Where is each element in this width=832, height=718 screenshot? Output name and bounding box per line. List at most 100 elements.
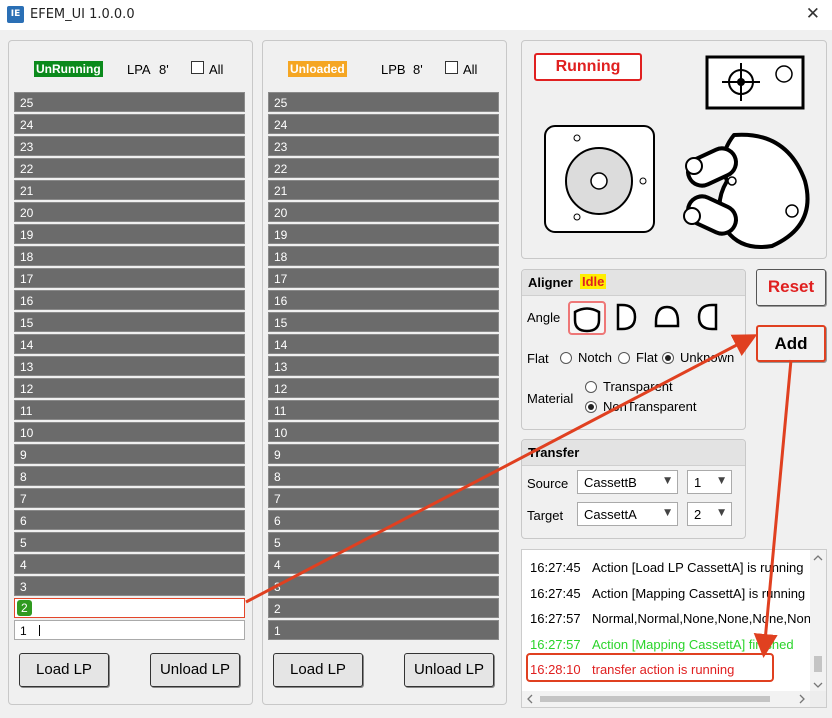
wafer-slot[interactable]: 7: [14, 488, 245, 508]
wafer-slot[interactable]: 24: [268, 114, 499, 134]
slot-number: 24: [274, 118, 288, 132]
source-cassette-select[interactable]: CassettB ▼: [577, 470, 678, 494]
chevron-right-icon: [799, 694, 805, 704]
wafer-slot[interactable]: 25: [268, 92, 499, 112]
material-transparent-radio[interactable]: [585, 381, 597, 393]
wafer-slot[interactable]: 5: [14, 532, 245, 552]
wafer-slot[interactable]: 24: [14, 114, 245, 134]
target-slot-select[interactable]: 2 ▼: [687, 502, 732, 526]
wafer-slot[interactable]: 18: [14, 246, 245, 266]
wafer-slot[interactable]: 12: [14, 378, 245, 398]
wafer-slot[interactable]: 2: [14, 598, 245, 618]
wafer-slot[interactable]: 10: [268, 422, 499, 442]
wafer-slot[interactable]: 19: [14, 224, 245, 244]
wafer-slot[interactable]: 19: [268, 224, 499, 244]
wafer-slot[interactable]: 18: [268, 246, 499, 266]
chevron-left-icon: [527, 694, 533, 704]
wafer-slot[interactable]: 8: [268, 466, 499, 486]
log-horizontal-scrollbar[interactable]: [522, 691, 812, 707]
lpb-unload-button[interactable]: Unload LP: [404, 653, 494, 687]
wafer-slot[interactable]: 20: [268, 202, 499, 222]
slot-number: 17: [20, 272, 34, 286]
wafer-slot[interactable]: 16: [268, 290, 499, 310]
wafer-slot[interactable]: 11: [14, 400, 245, 420]
wafer-slot[interactable]: 1: [14, 620, 245, 640]
wafer-slot[interactable]: 6: [14, 510, 245, 530]
slot-number: 12: [20, 382, 34, 396]
wafer-slot[interactable]: 4: [268, 554, 499, 574]
slot-number: 5: [20, 536, 27, 550]
material-nontransparent-radio[interactable]: [585, 401, 597, 413]
slot-number: 25: [274, 96, 288, 110]
wafer-slot[interactable]: 5: [268, 532, 499, 552]
wafer-slot[interactable]: 17: [14, 268, 245, 288]
lpb-load-button[interactable]: Load LP: [273, 653, 363, 687]
slot-number: 1: [20, 624, 27, 638]
flat-flat-label: Flat: [636, 350, 658, 365]
wafer-slot[interactable]: 13: [268, 356, 499, 376]
scroll-thumb: [814, 656, 822, 672]
wafer-slot[interactable]: 15: [14, 312, 245, 332]
wafer-slot[interactable]: 3: [268, 576, 499, 596]
wafer-slot[interactable]: 21: [14, 180, 245, 200]
wafer-slot[interactable]: 6: [268, 510, 499, 530]
slot-number: 11: [20, 404, 33, 418]
add-button[interactable]: Add: [756, 325, 826, 362]
flat-notch-radio[interactable]: [560, 352, 572, 364]
equipment-diagram: [544, 55, 810, 249]
wafer-slot[interactable]: 13: [14, 356, 245, 376]
wafer-slot[interactable]: 9: [268, 444, 499, 464]
wafer-slot[interactable]: 11: [268, 400, 499, 420]
slot-number: 15: [274, 316, 288, 330]
flat-unknown-radio[interactable]: [662, 352, 674, 364]
lpb-slot-list: 25 24 23 22 21 20 19 18 17 16 15 14 13 12 11 10 9 8 7 6 5 4 3 2…: [268, 92, 499, 642]
wafer-slot[interactable]: 8: [14, 466, 245, 486]
wafer-slot[interactable]: 15: [268, 312, 499, 332]
angle-90-button[interactable]: [608, 301, 646, 335]
slot-number: 17: [274, 272, 288, 286]
lpa-load-button[interactable]: Load LP: [19, 653, 109, 687]
wafer-slot[interactable]: 25: [14, 92, 245, 112]
lpa-unload-button[interactable]: Unload LP: [150, 653, 240, 687]
wafer-slot[interactable]: 21: [268, 180, 499, 200]
flat-flat-radio[interactable]: [618, 352, 630, 364]
wafer-slot[interactable]: 17: [268, 268, 499, 288]
log-time: 16:27:45: [530, 560, 581, 575]
wafer-slot[interactable]: 4: [14, 554, 245, 574]
wafer-slot[interactable]: 3: [14, 576, 245, 596]
chevron-down-icon: ▼: [718, 508, 725, 518]
log-panel: 16:27:45 Action [Load LP CassettA] is ru…: [521, 549, 827, 708]
close-icon[interactable]: ✕: [806, 4, 820, 24]
reset-button[interactable]: Reset: [756, 269, 826, 306]
log-message: Action [Mapping CassettA] is running: [592, 586, 806, 601]
wafer-slot[interactable]: 12: [268, 378, 499, 398]
wafer-slot[interactable]: 14: [14, 334, 245, 354]
angle-270-button[interactable]: [692, 301, 730, 335]
angle-0-button[interactable]: [568, 301, 606, 335]
wafer-slot[interactable]: 1: [268, 620, 499, 640]
robot-arm-icon: [683, 132, 810, 249]
wafer-slot[interactable]: 9: [14, 444, 245, 464]
wafer-slot[interactable]: 7: [268, 488, 499, 508]
wafer-slot[interactable]: 22: [268, 158, 499, 178]
wafer-slot[interactable]: 23: [14, 136, 245, 156]
wafer-slot[interactable]: 2: [268, 598, 499, 618]
log-highlight-box: [526, 653, 774, 682]
log-vertical-scrollbar[interactable]: [810, 550, 826, 692]
source-slot-select[interactable]: 1 ▼: [687, 470, 732, 494]
target-cassette-select[interactable]: CassettA ▼: [577, 502, 678, 526]
aligner-header: Aligner Idle: [522, 270, 745, 296]
angle-180-button[interactable]: [650, 301, 688, 335]
wafer-slot[interactable]: 20: [14, 202, 245, 222]
lpb-status-badge: Unloaded: [288, 61, 347, 77]
wafer-slot[interactable]: 16: [14, 290, 245, 310]
lpb-all-checkbox[interactable]: [445, 61, 458, 74]
slot-number: 13: [274, 360, 288, 374]
wafer-slot[interactable]: 10: [14, 422, 245, 442]
wafer-slot[interactable]: 14: [268, 334, 499, 354]
wafer-slot[interactable]: 23: [268, 136, 499, 156]
lpa-slot-list: 25 24 23 22 21 20 19 18 17 16 15 14 13 12 11 10 9 8 7 6 5 4 3 2…: [14, 92, 245, 642]
lpa-all-checkbox[interactable]: [191, 61, 204, 74]
wafer-slot[interactable]: 22: [14, 158, 245, 178]
slot-number: 9: [20, 448, 27, 462]
